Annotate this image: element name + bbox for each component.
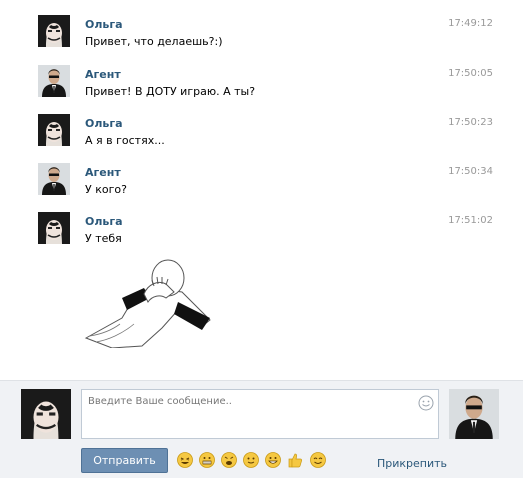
- girl-avatar-icon[interactable]: [38, 212, 70, 244]
- message-time: 17:49:12: [448, 18, 493, 29]
- attach-link[interactable]: Прикрепить: [377, 457, 447, 470]
- message-input[interactable]: Введите Ваше сообщение..: [81, 389, 439, 439]
- message-time: 17:50:05: [448, 68, 493, 79]
- message-text: Привет, что делаешь?:): [85, 35, 223, 48]
- message-item: Ольга У тебя 17:51:02: [0, 212, 523, 254]
- message-author[interactable]: Ольга: [85, 215, 123, 228]
- smile-emoji-icon[interactable]: [243, 452, 259, 468]
- facepalm-icon: [82, 258, 212, 349]
- grin-emoji-icon[interactable]: [265, 452, 281, 468]
- message-item: Ольга А я в гостях... 17:50:23: [0, 114, 523, 156]
- message-time: 17:50:23: [448, 117, 493, 128]
- message-placeholder: Введите Ваше сообщение..: [88, 396, 232, 407]
- message-text: У кого?: [85, 183, 127, 196]
- message-history: Ольга Привет, что делаешь?:) 17:49:12 Аг…: [0, 0, 523, 380]
- message-item: Ольга Привет, что делаешь?:) 17:49:12: [0, 15, 523, 57]
- message-item: Агент У кого? 17:50:34: [0, 163, 523, 205]
- agent-avatar-icon[interactable]: [38, 163, 70, 195]
- message-author[interactable]: Агент: [85, 68, 121, 81]
- message-author[interactable]: Ольга: [85, 18, 123, 31]
- thumbs-up-icon[interactable]: [287, 452, 303, 468]
- girl-avatar-icon[interactable]: [21, 389, 71, 439]
- agent-avatar-icon[interactable]: [38, 65, 70, 97]
- message-text: У тебя: [85, 232, 122, 245]
- emoji-picker-icon[interactable]: [418, 395, 434, 411]
- message-text: Привет! В ДОТУ играю. А ты?: [85, 85, 256, 98]
- send-button[interactable]: Отправить: [81, 448, 168, 473]
- message-time: 17:50:34: [448, 166, 493, 177]
- agent-avatar-icon[interactable]: [449, 389, 499, 439]
- message-time: 17:51:02: [448, 215, 493, 226]
- laughing-emoji-icon[interactable]: [177, 452, 193, 468]
- tired-emoji-icon[interactable]: [221, 452, 237, 468]
- girl-avatar-icon[interactable]: [38, 15, 70, 47]
- smiling-emoji-icon[interactable]: [310, 452, 326, 468]
- girl-avatar-icon[interactable]: [38, 114, 70, 146]
- message-text: А я в гостях...: [85, 134, 165, 147]
- message-author[interactable]: Агент: [85, 166, 121, 179]
- composer-panel: Введите Ваше сообщение.. Отправить Прикр…: [0, 380, 523, 478]
- message-author[interactable]: Ольга: [85, 117, 123, 130]
- message-item: Агент Привет! В ДОТУ играю. А ты? 17:50:…: [0, 65, 523, 107]
- grimace-emoji-icon[interactable]: [199, 452, 215, 468]
